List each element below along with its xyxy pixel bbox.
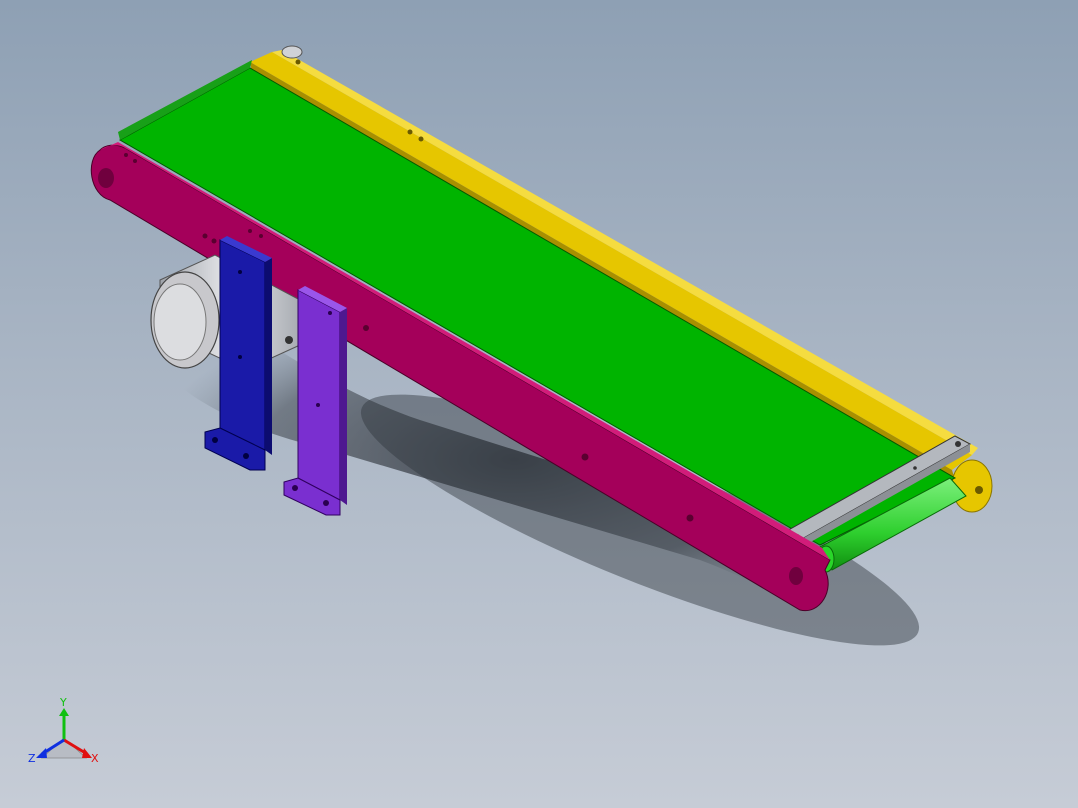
conveyor-model[interactable] — [0, 0, 1078, 808]
x-axis-label: X — [91, 752, 99, 765]
graphics-viewport[interactable]: Y X Z — [0, 0, 1078, 808]
z-axis-arrow — [36, 748, 47, 758]
far-roller-end — [281, 45, 303, 59]
y-axis-arrow — [59, 708, 69, 716]
y-axis-label: Y — [59, 696, 67, 709]
z-axis-label: Z — [28, 752, 36, 765]
view-orientation-triad[interactable]: Y X Z — [22, 690, 112, 780]
